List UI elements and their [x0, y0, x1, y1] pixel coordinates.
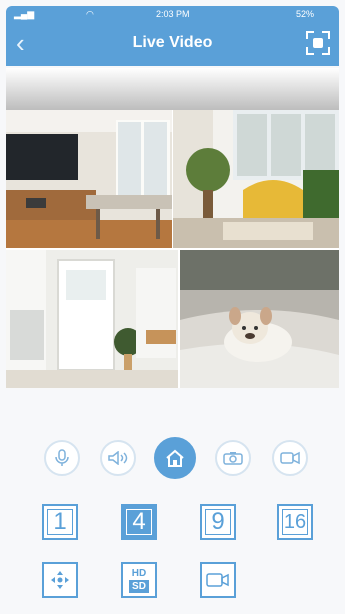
- camera-feed-1[interactable]: [6, 110, 172, 248]
- split-9-label: 9: [211, 508, 225, 535]
- status-bar: ▂▄▆ ◠ 2:03 PM 52%: [6, 6, 339, 22]
- split-16-label: 16: [283, 510, 307, 533]
- fullscreen-icon[interactable]: [305, 30, 331, 56]
- battery-percent: 52%: [296, 9, 315, 19]
- split-1-label: 1: [53, 508, 67, 535]
- status-time: 2:03 PM: [156, 9, 190, 19]
- nav-bar: ‹ Live Video: [6, 22, 339, 66]
- camera-feed-2[interactable]: [173, 110, 339, 248]
- quality-toggle-button[interactable]: HD SD: [121, 562, 157, 598]
- split-16-button[interactable]: 16: [277, 504, 313, 540]
- camera-feed-3[interactable]: [6, 250, 178, 388]
- camera-icon[interactable]: [215, 440, 251, 476]
- page-title: Live Video: [132, 34, 213, 51]
- split-4-label: 4: [132, 508, 146, 535]
- wifi-icon: ◠: [86, 9, 94, 19]
- microphone-icon[interactable]: [44, 440, 80, 476]
- video-header-band: [6, 68, 339, 110]
- record-icon[interactable]: [272, 440, 308, 476]
- speaker-icon[interactable]: [100, 440, 136, 476]
- sd-label: SD: [129, 579, 149, 593]
- hd-label: HD: [131, 567, 147, 579]
- video-settings-button[interactable]: [200, 562, 236, 598]
- ptz-icon: [51, 571, 69, 589]
- split-4-button[interactable]: 4: [121, 504, 157, 540]
- camera-grid: [6, 110, 339, 388]
- control-bar: [0, 437, 345, 480]
- camera-feed-4[interactable]: [180, 250, 339, 388]
- split-1-button[interactable]: 1: [42, 504, 78, 540]
- home-icon[interactable]: [154, 437, 196, 479]
- split-9-button[interactable]: 9: [200, 504, 236, 540]
- ptz-button[interactable]: [42, 562, 78, 598]
- video-camera-icon: [206, 573, 229, 587]
- signal-icon: ▂▄▆: [14, 9, 35, 19]
